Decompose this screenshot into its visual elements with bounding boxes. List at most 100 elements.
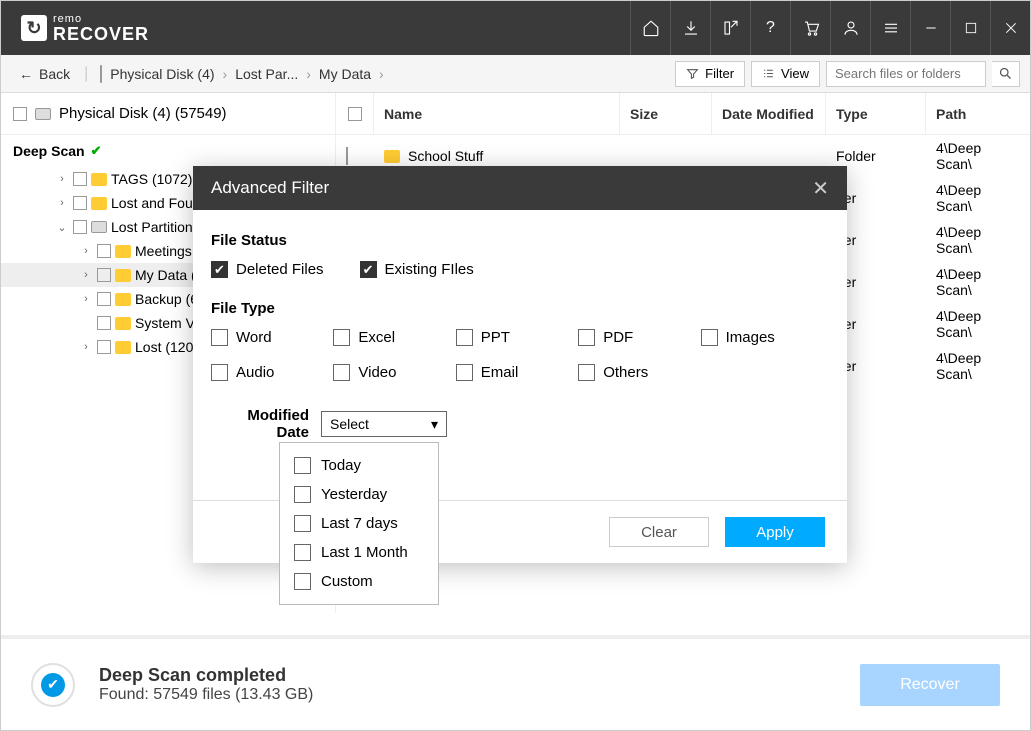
checkbox[interactable] [294,457,311,474]
dropdown-item[interactable]: Yesterday [280,480,438,509]
sidebar-root[interactable]: Physical Disk (4) (57549) [1,93,335,135]
folder-icon [91,197,107,210]
existing-files-checkbox[interactable]: ✔Existing FIles [360,261,474,278]
modified-date-select[interactable]: Select ▾ [321,411,447,437]
check-icon: ✔ [41,673,65,697]
cart-icon[interactable] [790,1,830,55]
filetype-excel-checkbox[interactable]: Excel [333,329,455,346]
checkbox[interactable] [346,147,348,165]
tree-item-label: Lost and Fou [111,195,193,211]
checkbox[interactable] [13,107,27,121]
checkbox[interactable] [97,244,111,258]
filetype-pdf-checkbox[interactable]: PDF [578,329,700,346]
minimize-icon[interactable] [910,1,950,55]
expand-icon[interactable]: › [79,245,93,257]
filetype-audio-checkbox[interactable]: Audio [211,364,333,381]
checkbox[interactable] [73,196,87,210]
checkbox[interactable] [97,268,111,282]
col-name[interactable]: Name [374,93,620,134]
expand-icon[interactable]: ⌄ [55,221,69,234]
user-icon[interactable] [830,1,870,55]
filetype-ppt-checkbox[interactable]: PPT [456,329,578,346]
tree-item-label: Backup (6 [135,291,198,307]
filetype-email-checkbox[interactable]: Email [456,364,578,381]
checkbox[interactable] [294,515,311,532]
col-path[interactable]: Path [926,93,1030,134]
check-icon: ✔ [91,143,102,159]
tree-item-label: My Data ( [135,267,196,283]
expand-icon[interactable]: › [55,173,69,185]
download-icon[interactable] [670,1,710,55]
breadcrumb-item[interactable]: Physical Disk (4) [110,66,214,82]
recover-button[interactable]: Recover [860,664,1000,706]
filter-label: Filter [705,66,734,81]
col-date[interactable]: Date Modified [712,93,826,134]
tree-item-label: Lost Partition [111,219,193,235]
expand-icon[interactable]: › [55,197,69,209]
logo-icon: ↻ [21,15,47,41]
chevron-right-icon: › [379,66,384,82]
dropdown-item[interactable]: Last 7 days [280,509,438,538]
expand-icon[interactable]: › [79,341,93,353]
folder-icon [115,317,131,330]
logo-brand-large: RECOVER [53,25,149,43]
export-icon[interactable] [710,1,750,55]
breadcrumb-item[interactable]: Lost Par... [235,66,298,82]
maximize-icon[interactable] [950,1,990,55]
col-type[interactable]: Type [826,93,926,134]
checkbox[interactable] [73,220,87,234]
dropdown-item[interactable]: Last 1 Month [280,538,438,567]
breadcrumb: Physical Disk (4) › Lost Par... › My Dat… [100,66,383,82]
checkbox[interactable] [294,573,311,590]
row-path: 4\Deep Scan\ [926,308,1030,340]
dropdown-item[interactable]: Today [280,451,438,480]
statusbar: ✔ Deep Scan completed Found: 57549 files… [1,635,1030,730]
filetype-others-checkbox[interactable]: Others [578,364,700,381]
caret-down-icon: ▾ [431,416,438,433]
dropdown-item[interactable]: Custom [280,567,438,596]
row-type: Folder [826,148,926,164]
menu-icon[interactable] [870,1,910,55]
filetype-word-checkbox[interactable]: Word [211,329,333,346]
apply-button[interactable]: Apply [725,517,825,547]
search-input[interactable] [826,61,986,87]
filetype-images-checkbox[interactable]: Images [701,329,823,346]
breadcrumb-item[interactable]: My Data [319,66,371,82]
back-button[interactable]: ← Back [11,62,78,86]
drive-icon [91,221,107,233]
folder-icon [91,173,107,186]
file-status-label: File Status [211,232,823,249]
checkbox[interactable] [73,172,87,186]
deleted-files-checkbox[interactable]: ✔Deleted Files [211,261,324,278]
tree-item-label: Meetings [135,243,192,259]
expand-icon[interactable]: › [79,269,93,281]
clear-button[interactable]: Clear [609,517,709,547]
select-all-checkbox[interactable] [348,107,362,121]
close-icon[interactable] [990,1,1030,55]
row-name: School Stuff [408,148,483,164]
view-button[interactable]: View [751,61,820,87]
col-size[interactable]: Size [620,93,712,134]
tree-item-label: System Vo [135,315,202,331]
checkbox[interactable] [294,544,311,561]
scan-status: Deep Scan ✔ [1,135,335,167]
help-icon[interactable]: ? [750,1,790,55]
filter-button[interactable]: Filter [675,61,745,87]
app-logo: ↻ remo RECOVER [21,14,149,43]
folder-icon [115,293,131,306]
filetype-video-checkbox[interactable]: Video [333,364,455,381]
titlebar: ↻ remo RECOVER ? [1,1,1030,55]
expand-icon[interactable]: › [79,293,93,305]
tree-item-label: TAGS (1072) [111,171,192,187]
close-icon[interactable]: ✕ [812,176,829,201]
chevron-right-icon: › [306,66,311,82]
back-label: Back [39,66,70,82]
checkbox[interactable] [97,340,111,354]
search-button[interactable] [992,61,1020,87]
checkbox[interactable] [294,486,311,503]
home-icon[interactable] [630,1,670,55]
checkbox[interactable] [97,292,111,306]
file-type-label: File Type [211,300,823,317]
checkbox[interactable] [97,316,111,330]
folder-icon [115,341,131,354]
